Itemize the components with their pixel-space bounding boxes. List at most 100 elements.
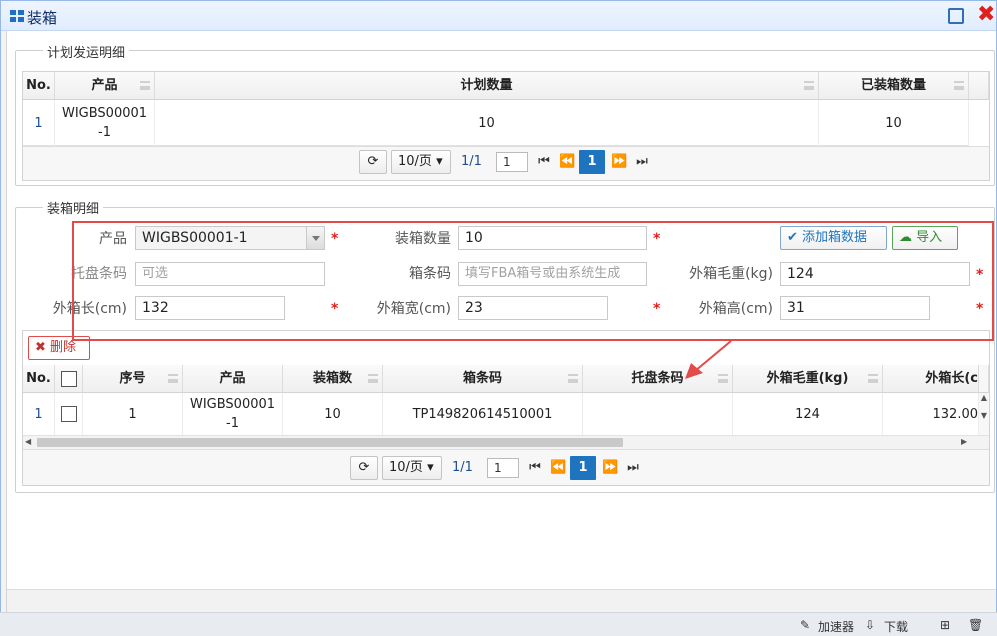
current-page[interactable]: 1	[570, 456, 596, 480]
import-label: 导入	[916, 230, 943, 245]
cell-box-qty: 10	[283, 393, 383, 435]
required-mark: *	[331, 301, 339, 317]
product-combobox[interactable]: WIGBS00001-1	[135, 226, 325, 250]
cell-weight: 124	[733, 393, 883, 435]
column-menu-icon[interactable]	[140, 81, 150, 90]
col-plan-qty[interactable]: 计划数量	[155, 72, 819, 100]
plan-pager: ⟳ 10/页 ▾ 1/1 1 ⏮ ⏪ 1 ⏩ ⏭	[359, 150, 659, 178]
width-label: 外箱宽(cm)	[376, 301, 451, 317]
download-link[interactable]: 下载	[884, 618, 908, 635]
col-product[interactable]: 产品	[183, 365, 283, 393]
page-info: 1/1	[461, 154, 482, 169]
barcode-input[interactable]: 填写FBA箱号或由系统生成	[458, 262, 647, 286]
cell-product-line1: WIGBS00001	[61, 106, 148, 121]
required-mark: *	[331, 231, 339, 247]
column-menu-icon[interactable]	[804, 81, 814, 90]
row-checkbox-cell[interactable]	[55, 393, 83, 435]
column-menu-icon[interactable]	[368, 374, 378, 383]
dialog-footer	[7, 589, 996, 612]
box-toolbar	[23, 331, 989, 365]
barcode-label: 箱条码	[409, 266, 451, 282]
maximize-icon[interactable]	[948, 8, 964, 24]
box-grid: ✖ 删除 No. 序号 产品 装箱数 箱条码 托盘条码 外箱毛重(kg) 外箱长…	[22, 330, 990, 486]
left-edge	[1, 31, 7, 613]
page-input[interactable]: 1	[487, 458, 519, 478]
add-icon[interactable]: ⊞	[940, 618, 950, 632]
required-mark: *	[653, 231, 661, 247]
page-info: 1/1	[452, 460, 473, 475]
refresh-icon[interactable]: ⟳	[359, 150, 387, 174]
scrollbar-vertical[interactable]: ▲ ▼	[979, 393, 989, 435]
weight-input[interactable]: 124	[780, 262, 970, 286]
scrollbar-thumb[interactable]	[37, 438, 623, 447]
column-menu-icon[interactable]	[954, 81, 964, 90]
scrollbar-track-vertical[interactable]	[979, 365, 989, 393]
add-box-button[interactable]: ✔ 添加箱数据	[780, 226, 887, 250]
next-page-icon[interactable]: ⏩	[611, 150, 627, 174]
col-select-all[interactable]	[55, 365, 83, 393]
column-menu-icon[interactable]	[568, 374, 578, 383]
column-menu-icon[interactable]	[868, 374, 878, 383]
col-plan-qty-label: 计划数量	[460, 78, 513, 93]
length-label: 外箱长(cm)	[52, 301, 127, 317]
length-input[interactable]: 132	[135, 296, 285, 320]
pallet-input[interactable]: 可选	[135, 262, 325, 286]
last-page-icon[interactable]: ⏭	[635, 150, 649, 174]
first-page-icon[interactable]: ⏮	[528, 456, 542, 480]
col-seq-label: 序号	[119, 371, 146, 386]
table-row[interactable]: 1 1 WIGBS00001 -1 10 TP149820614510001 1…	[23, 393, 979, 435]
col-box-qty[interactable]: 装箱数	[283, 365, 383, 393]
refresh-icon[interactable]: ⟳	[350, 456, 378, 480]
first-page-icon[interactable]: ⏮	[537, 150, 551, 174]
cell-length: 132.00	[883, 393, 979, 435]
cell-packed-qty: 10	[819, 100, 969, 146]
current-page[interactable]: 1	[579, 150, 605, 174]
page-input[interactable]: 1	[496, 152, 528, 172]
col-length[interactable]: 外箱长(c	[883, 365, 979, 393]
col-product[interactable]: 产品	[55, 72, 155, 100]
width-input[interactable]: 23	[458, 296, 608, 320]
cell-product-line1: WIGBS00001	[189, 397, 276, 412]
height-input[interactable]: 31	[780, 296, 930, 320]
page-size-value: 10/页	[389, 460, 423, 475]
scrollbar-horizontal[interactable]: ◀ ▶	[23, 435, 989, 449]
accelerator-link[interactable]: 加速器	[818, 618, 854, 635]
required-mark: *	[976, 267, 984, 283]
box-pager: ⟳ 10/页 ▾ 1/1 1 ⏮ ⏪ 1 ⏩ ⏭	[350, 456, 650, 484]
next-page-icon[interactable]: ⏩	[602, 456, 618, 480]
cell-pallet	[583, 393, 733, 435]
scroll-right-icon[interactable]: ▶	[961, 437, 967, 446]
page-size-select[interactable]: 10/页 ▾	[382, 456, 442, 480]
prev-page-icon[interactable]: ⏪	[559, 150, 575, 174]
last-page-icon[interactable]: ⏭	[626, 456, 640, 480]
trash-icon[interactable]: 🗑	[968, 618, 983, 632]
weight-label: 外箱毛重(kg)	[689, 266, 773, 282]
annotation-arrow-icon	[685, 340, 732, 379]
prev-page-icon[interactable]: ⏪	[550, 456, 566, 480]
dialog-title: 装箱	[27, 9, 58, 27]
box-legend: 装箱明细	[43, 198, 104, 217]
col-barcode[interactable]: 箱条码	[383, 365, 583, 393]
column-menu-icon[interactable]	[168, 374, 178, 383]
row-checkbox[interactable]	[60, 406, 77, 422]
cell-product: WIGBS00001 -1	[183, 393, 283, 435]
col-packed-qty[interactable]: 已装箱数量	[819, 72, 969, 100]
table-row[interactable]: 1 WIGBS00001 -1 10 10	[23, 100, 969, 146]
page-size-select[interactable]: 10/页 ▾	[391, 150, 451, 174]
chevron-down-icon[interactable]	[306, 227, 324, 249]
close-icon: ✖	[35, 340, 46, 355]
select-all-checkbox[interactable]	[60, 371, 77, 387]
cell-seq: 1	[83, 393, 183, 435]
delete-button[interactable]: ✖ 删除	[28, 336, 90, 360]
col-seq[interactable]: 序号	[83, 365, 183, 393]
scroll-left-icon[interactable]: ◀	[25, 437, 31, 446]
close-icon[interactable]: ✖	[977, 4, 995, 26]
import-button[interactable]: ☁ 导入	[892, 226, 958, 250]
col-no: No.	[23, 72, 55, 100]
delete-label: 删除	[50, 340, 77, 355]
cell-barcode: TP149820614510001	[383, 393, 583, 435]
col-box-qty-label: 装箱数	[312, 371, 352, 386]
cloud-upload-icon: ☁	[899, 230, 912, 245]
col-weight[interactable]: 外箱毛重(kg)	[733, 365, 883, 393]
qty-input[interactable]: 10	[458, 226, 647, 250]
